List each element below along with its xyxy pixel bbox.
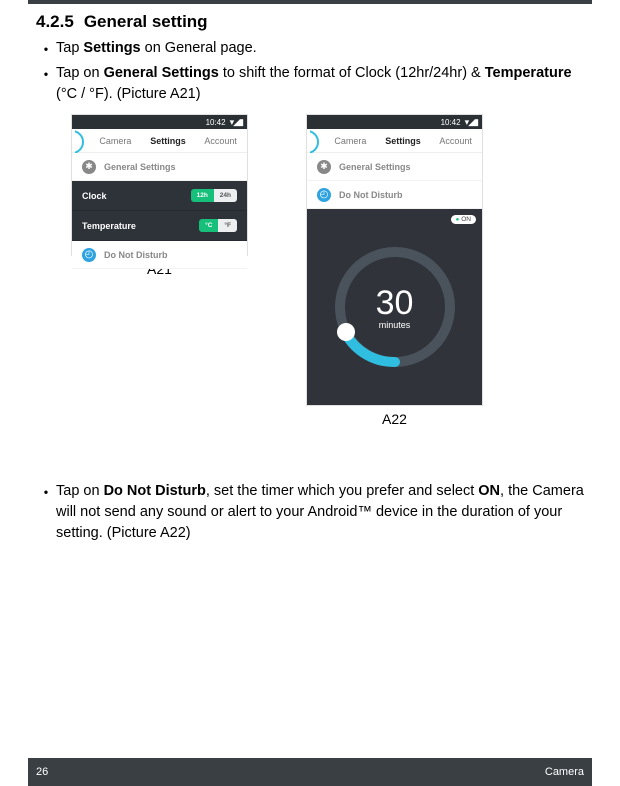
status-time: 10:42 [441,118,461,127]
dial-number: 30 [376,284,414,323]
row-temperature[interactable]: Temperature °C°F [72,211,247,241]
figure-a21: 10:42 ▾◢▮ Camera Settings Account Genera… [72,115,247,277]
bullet-item: • Tap on Do Not Disturb, set the timer w… [36,481,584,544]
tab-account[interactable]: Account [429,136,482,146]
row-do-not-disturb[interactable]: Do Not Disturb [72,241,247,269]
bullet-dot: • [36,63,56,105]
figure-a22: 10:42 ▾◢▮ Camera Settings Account Genera… [307,115,482,427]
bullet-dot: • [36,481,56,544]
tab-account[interactable]: Account [194,136,247,146]
page-footer: 26 Camera [28,758,592,786]
row-do-not-disturb[interactable]: Do Not Disturb [307,181,482,209]
status-icons: ▾◢▮ [230,117,243,128]
chapter-name: Camera [545,766,584,778]
tab-camera[interactable]: Camera [89,136,142,146]
back-arc-icon[interactable] [75,129,89,153]
page-number: 26 [36,766,48,778]
caption-a22: A22 [382,411,407,427]
tab-camera[interactable]: Camera [324,136,377,146]
status-time: 10:42 [206,118,226,127]
tab-row: Camera Settings Account [307,129,482,153]
row-clock[interactable]: Clock 12h24h [72,181,247,211]
on-pill[interactable]: ON [451,215,476,224]
row-general-settings[interactable]: General Settings [72,153,247,181]
gear-icon [317,160,331,174]
back-arc-icon[interactable] [310,129,324,153]
section-title-text: General setting [84,12,208,31]
dial-unit: minutes [376,320,414,330]
tab-settings[interactable]: Settings [377,136,430,146]
bullet-item: • Tap on General Settings to shift the f… [36,63,584,105]
toggle-clock[interactable]: 12h24h [191,189,237,202]
status-icons: ▾◢▮ [465,117,478,128]
row-general-settings[interactable]: General Settings [307,153,482,181]
status-bar: 10:42 ▾◢▮ [307,115,482,129]
tab-row: Camera Settings Account [72,129,247,153]
section-number: 4.2.5 [36,12,74,32]
dnd-dial[interactable]: ON 30 minutes [307,209,482,405]
section-heading: 4.2.5 General setting [36,12,584,32]
gear-icon [82,160,96,174]
clock-icon [82,248,96,262]
clock-icon [317,188,331,202]
tab-settings[interactable]: Settings [142,136,195,146]
bullet-item: • Tap Settings on General page. [36,38,584,59]
bullet-dot: • [36,38,56,59]
toggle-temperature[interactable]: °C°F [199,219,237,232]
status-bar: 10:42 ▾◢▮ [72,115,247,129]
